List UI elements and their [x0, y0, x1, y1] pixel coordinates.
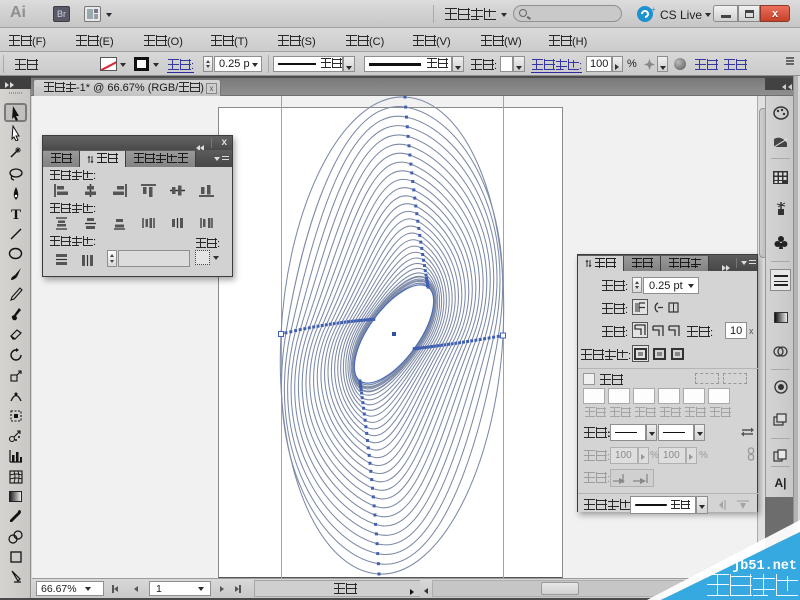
svg-text:T: T [10, 207, 20, 221]
